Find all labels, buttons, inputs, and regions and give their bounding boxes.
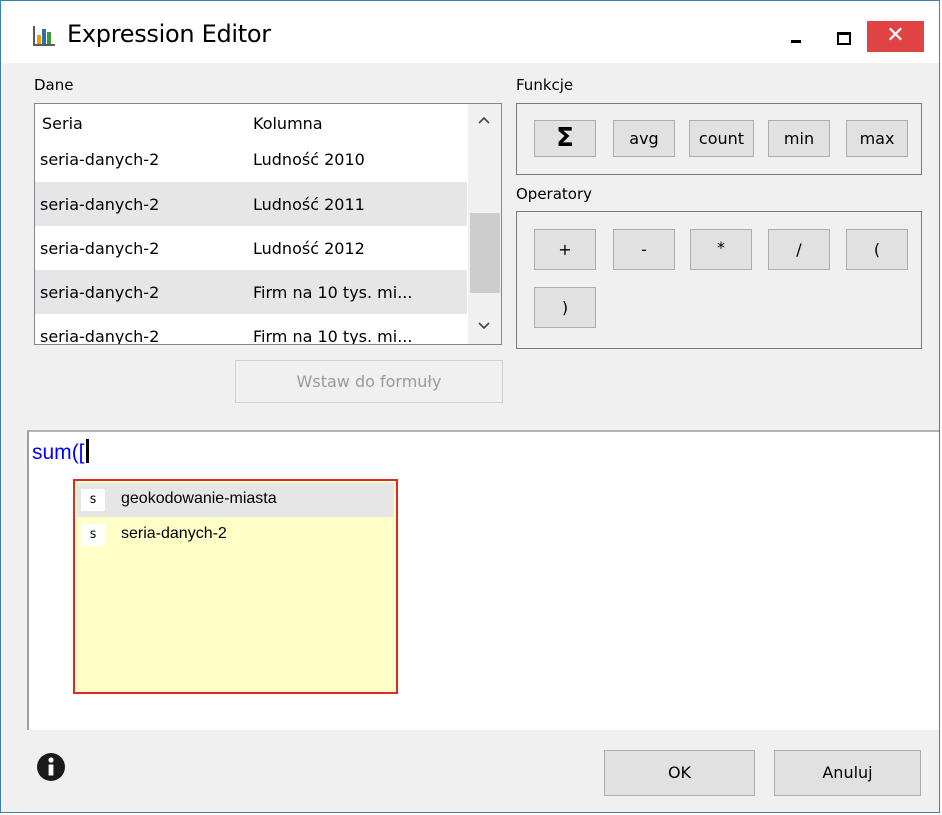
minus-operator-button[interactable]: - xyxy=(613,229,675,270)
expression-editor[interactable]: sum([ s geokodowanie-miasta s seria-dany… xyxy=(27,430,939,730)
list-row[interactable]: seria-danych-2 Ludność 2011 xyxy=(35,182,467,226)
divide-operator-button[interactable]: / xyxy=(768,229,830,270)
ok-button[interactable]: OK xyxy=(604,750,755,796)
row-seria: seria-danych-2 xyxy=(40,150,160,169)
row-seria: seria-danych-2 xyxy=(40,327,160,345)
row-seria: seria-danych-2 xyxy=(40,195,160,214)
scroll-down-button[interactable] xyxy=(468,314,501,344)
chevron-up-icon xyxy=(478,116,490,124)
row-kolumna: Ludność 2010 xyxy=(253,150,365,169)
open-paren-button[interactable]: ( xyxy=(846,229,908,270)
maximize-button[interactable] xyxy=(823,22,863,52)
series-icon: s xyxy=(81,524,105,546)
sigma-icon: Σ xyxy=(556,123,574,153)
multiply-operator-button[interactable]: * xyxy=(690,229,752,270)
list-header: Seria Kolumna xyxy=(35,104,467,137)
plus-operator-button[interactable]: + xyxy=(534,229,596,270)
expression-text: sum([ xyxy=(32,439,89,465)
operators-group: + - * / ( ) xyxy=(516,211,922,349)
operators-section-label: Operatory xyxy=(516,185,593,203)
scroll-thumb[interactable] xyxy=(470,213,500,293)
row-seria: seria-danych-2 xyxy=(40,239,160,258)
row-kolumna: Ludność 2012 xyxy=(253,239,365,258)
expression-editor-window: Expression Editor ✕ Dane Seria Kolumna s… xyxy=(0,0,940,813)
data-list[interactable]: Seria Kolumna seria-danych-2 Ludność 201… xyxy=(34,103,502,345)
window-title: Expression Editor xyxy=(67,20,271,48)
avg-function-button[interactable]: avg xyxy=(613,120,675,157)
series-icon: s xyxy=(81,489,105,511)
list-row[interactable]: seria-danych-2 Firm na 10 tys. mi... xyxy=(35,314,467,345)
data-section-label: Dane xyxy=(34,76,74,94)
close-icon: ✕ xyxy=(886,23,905,48)
list-row[interactable]: seria-danych-2 Ludność 2012 xyxy=(35,226,467,270)
autocomplete-item[interactable]: s geokodowanie-miasta xyxy=(77,483,394,517)
sum-function-button[interactable]: Σ xyxy=(534,120,596,157)
close-button[interactable]: ✕ xyxy=(867,21,924,52)
insert-into-formula-button[interactable]: Wstaw do formuły xyxy=(235,360,503,403)
list-row[interactable]: seria-danych-2 Firm na 10 tys. mi... xyxy=(35,270,467,314)
title-bar[interactable]: Expression Editor ✕ xyxy=(1,1,939,63)
vertical-scrollbar[interactable] xyxy=(468,104,501,344)
chevron-down-icon xyxy=(478,322,490,330)
text-caret xyxy=(85,439,89,463)
keyword-sum: sum xyxy=(32,441,72,464)
chart-app-icon xyxy=(33,26,55,46)
functions-group: Σ avg count min max xyxy=(516,103,922,175)
cancel-button[interactable]: Anuluj xyxy=(774,750,921,796)
row-kolumna: Firm na 10 tys. mi... xyxy=(253,283,413,302)
info-icon[interactable] xyxy=(36,752,66,782)
minimize-button[interactable] xyxy=(779,22,815,52)
row-kolumna: Ludność 2011 xyxy=(253,195,365,214)
row-kolumna: Firm na 10 tys. mi... xyxy=(253,327,413,345)
row-seria: seria-danych-2 xyxy=(40,283,160,302)
max-function-button[interactable]: max xyxy=(846,120,908,157)
count-function-button[interactable]: count xyxy=(689,120,754,157)
column-header-seria[interactable]: Seria xyxy=(42,114,83,133)
autocomplete-label: seria-danych-2 xyxy=(121,525,227,542)
autocomplete-label: geokodowanie-miasta xyxy=(121,490,277,507)
min-function-button[interactable]: min xyxy=(768,120,830,157)
functions-section-label: Funkcje xyxy=(516,76,574,94)
column-header-kolumna[interactable]: Kolumna xyxy=(253,114,323,133)
scroll-up-button[interactable] xyxy=(468,104,501,134)
list-row[interactable]: seria-danych-2 Ludność 2010 xyxy=(35,137,467,181)
close-paren-button[interactable]: ) xyxy=(534,287,596,328)
autocomplete-popup: s geokodowanie-miasta s seria-danych-2 xyxy=(73,479,398,694)
autocomplete-item[interactable]: s seria-danych-2 xyxy=(77,518,394,552)
expression-rest: ([ xyxy=(71,441,85,464)
